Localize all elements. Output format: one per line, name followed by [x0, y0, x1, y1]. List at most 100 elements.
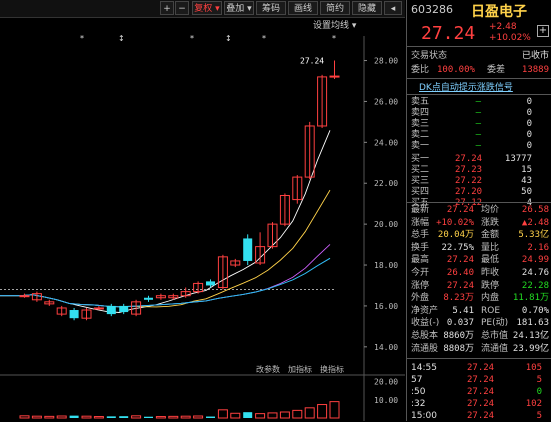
zoom-in-button[interactable]: +: [160, 1, 174, 15]
stat-value: +10.02%: [436, 217, 474, 228]
zoom-out-button[interactable]: −: [175, 1, 189, 15]
volume-bar: [206, 416, 215, 418]
candle-body: [93, 307, 104, 310]
dk-signal-link[interactable]: DK点自动提示涨跌信号: [419, 80, 513, 93]
tick-row: :32 27.24 102: [407, 398, 551, 410]
stock-code: 603286: [411, 3, 453, 16]
hide-button[interactable]: 隐藏: [352, 1, 382, 15]
volume-bar: [155, 416, 166, 419]
y-tick-label: 26.00: [374, 97, 398, 106]
chips-button[interactable]: 筹码: [256, 1, 286, 15]
event-markers: * ↕ * ↕ * *: [80, 34, 336, 43]
ask-volume: 0: [526, 141, 532, 151]
stat-label: 金额: [481, 230, 500, 241]
candle-body: [106, 305, 116, 315]
add-indicator-button[interactable]: 加指标: [288, 364, 312, 375]
stat-value: 22.75%: [441, 242, 474, 253]
event-marker: *: [262, 34, 266, 43]
candle-body: [19, 295, 30, 298]
stat-label: 净资产: [411, 305, 439, 316]
stat-value: 2.16: [527, 242, 549, 253]
axis-labels: 28.00 26.00 24.00 22.00 20.00 18.00 16.00 14.00…: [300, 57, 398, 405]
stat-value: 27.24: [446, 255, 474, 266]
stat-value: 27.24: [446, 205, 474, 215]
add-watchlist-icon[interactable]: +: [537, 25, 549, 37]
volume-bar: [44, 415, 55, 419]
simple-mode-button[interactable]: 简约: [320, 1, 350, 15]
overlay-button[interactable]: 叠加 ▾: [224, 1, 254, 15]
adjust-price-button[interactable]: 复权 ▾: [192, 1, 222, 15]
edit-params-button[interactable]: 改参数: [256, 364, 280, 375]
event-marker: *: [80, 34, 84, 43]
ask-row: 卖一 — 0: [407, 140, 551, 152]
volume-bar: [193, 415, 204, 419]
tick-price: 27.24: [467, 375, 495, 385]
y-tick-label: 14.00: [374, 343, 398, 352]
chart-toolbar: + − 复权 ▾ 叠加 ▾ 筹码 画线 简约 隐藏 ◂: [0, 0, 405, 18]
stat-row: 收益(-) 0.037 PE(动) 181.63: [407, 317, 551, 329]
event-marker: ↕: [118, 34, 125, 43]
chart-grid: [0, 36, 405, 421]
draw-line-button[interactable]: 画线: [288, 1, 318, 15]
stat-row: 净资产 5.41 ROE 0.70%: [407, 305, 551, 317]
tick-volume: 0: [536, 387, 542, 397]
tick-price: 27.24: [467, 363, 495, 373]
ma60-line: [0, 257, 331, 308]
volume-bar: [69, 415, 79, 418]
stat-value: 26.58: [521, 205, 549, 215]
stat-value: 11.81万: [512, 293, 549, 304]
order-book: 卖五 —0 卖四 —0 卖三 —0 卖二 —0 卖一 —0 买一 27.24 13777 买二 27.23 1…: [407, 96, 551, 208]
stat-row: 最新 27.24 均价 26.58: [407, 204, 551, 216]
ask-label: 卖一: [411, 141, 430, 151]
y-tick-label: 16.00: [374, 302, 398, 311]
stat-value: 23.99亿: [512, 343, 549, 354]
stat-label: 量比: [481, 242, 500, 253]
volume-bar: [230, 412, 241, 419]
tick-time: 14:55: [411, 363, 437, 373]
volume-bar: [243, 412, 253, 418]
tick-volume: 5: [536, 375, 542, 385]
tick-volume: 102: [525, 399, 542, 409]
tick-price: 27.24: [467, 387, 495, 397]
stat-label: PE(动): [481, 318, 509, 329]
stat-row: 流通股 8808万 流通值 23.99亿: [407, 343, 551, 355]
stat-row: 今开 26.40 昨收 24.76: [407, 267, 551, 279]
ma30-line: [0, 257, 331, 308]
candlestick-series: [19, 60, 340, 321]
change-indicator-button[interactable]: 换指标: [320, 364, 344, 375]
stat-label: 流通股: [411, 343, 439, 354]
stat-value: 27.24: [446, 280, 474, 291]
kline-chart[interactable]: * ↕ * ↕ * * 28.00 26.00 24.00 22.00 20.00 18.00 16.…: [0, 18, 405, 421]
collapse-panel-button[interactable]: ◂: [384, 1, 402, 15]
stat-label: 涨跌: [481, 217, 500, 228]
volume-bar: [56, 415, 67, 419]
tick-time: :32: [411, 399, 426, 409]
stat-label: 涨停: [411, 280, 430, 291]
volume-bar: [180, 415, 191, 419]
change-value: +2.48: [489, 22, 517, 32]
volume-bar: [168, 415, 179, 419]
order-ratio-row: 委比 100.00% 委差 13889: [411, 65, 549, 75]
stat-value: ▲2.48: [521, 217, 549, 228]
stat-label: 最低: [481, 255, 500, 266]
stat-row: 外盘 8.23万 内盘 11.81万: [407, 292, 551, 304]
volume-bars: [19, 401, 340, 419]
y-tick-label: 20.00: [374, 220, 398, 229]
stat-label: 最高: [411, 255, 430, 266]
volume-bar: [255, 413, 266, 419]
volume-bar: [304, 407, 315, 419]
stat-row: 换手 22.75% 量比 2.16: [407, 242, 551, 254]
ask-price: —: [475, 141, 481, 151]
y-tick-label: 18.00: [374, 261, 398, 270]
event-marker: ↕: [225, 34, 232, 43]
stat-value: 26.40: [446, 268, 474, 278]
stat-label: 总市值: [481, 331, 509, 341]
stat-value: 22.28: [521, 280, 549, 291]
stat-value: 24.13亿: [512, 331, 549, 341]
stat-value: 5.41: [452, 305, 474, 316]
volume-bar: [267, 412, 278, 419]
tick-row: 15:00 27.24 5: [407, 410, 551, 422]
tick-price: 27.24: [467, 411, 495, 421]
stat-value: 20.04万: [437, 230, 474, 241]
stat-label: 外盘: [411, 293, 430, 304]
